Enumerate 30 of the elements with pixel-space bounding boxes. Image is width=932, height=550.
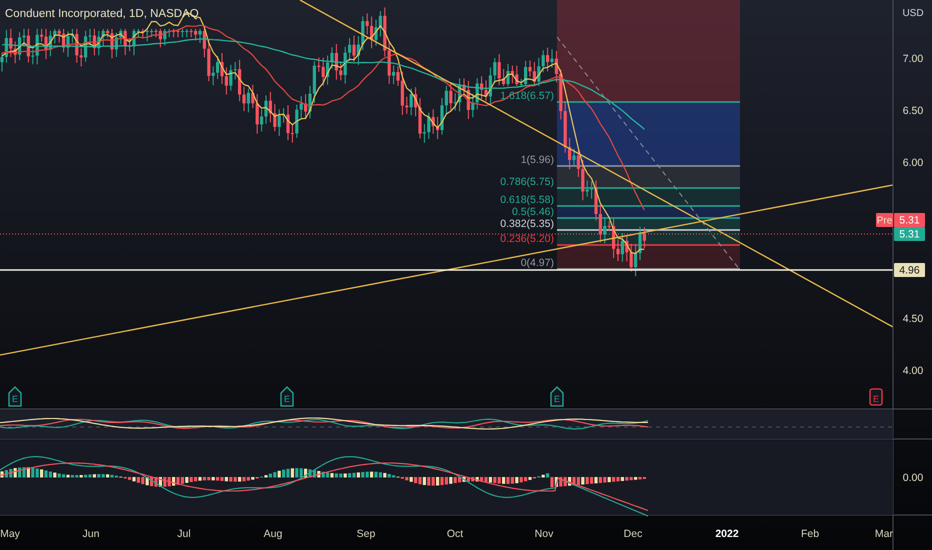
price-axis-label: 6.50 <box>902 105 924 117</box>
pre-market-tag: Pre <box>876 213 893 227</box>
time-axis-label: Oct <box>446 528 464 540</box>
time-axis-label: Aug <box>264 528 282 540</box>
time-axis-label: Dec <box>624 528 642 540</box>
fib-level-label: 1(5.96) <box>520 154 554 166</box>
currency-label: USD <box>902 8 924 19</box>
fib-level-label: 0.382(5.35) <box>500 218 554 230</box>
time-axis-label: Jul <box>177 528 191 540</box>
fib-level-label: 0.786(5.75) <box>500 176 554 188</box>
price-axis-label: 6.00 <box>902 157 924 169</box>
fib-level-label: 0.5(5.46) <box>512 206 554 218</box>
time-axis-label: Mar <box>874 528 893 540</box>
time-axis-label: May <box>0 528 20 540</box>
fib-level-label: 0.236(5.20) <box>500 233 554 245</box>
time-axis-label: 2022 <box>715 528 739 540</box>
time-axis-label: Sep <box>356 528 376 540</box>
price-axis-label: 4.50 <box>902 313 924 325</box>
earnings-marker[interactable]: E <box>869 388 883 406</box>
time-axis-label: Jun <box>82 528 100 540</box>
time-axis-label: Nov <box>534 528 554 540</box>
fib-level-label: 0(4.97) <box>520 257 554 269</box>
price-axis-label: 4.00 <box>902 365 924 377</box>
price-tag: 4.96 <box>894 263 925 277</box>
price-tag: 5.31 <box>894 213 925 227</box>
time-axis-label: Feb <box>800 528 820 540</box>
price-tag: 5.31 <box>894 227 925 241</box>
price-axis-label: 7.00 <box>902 53 924 65</box>
indicator-axis-label: 0.00 <box>902 472 924 484</box>
fib-level-label: 0.618(5.58) <box>500 194 554 206</box>
